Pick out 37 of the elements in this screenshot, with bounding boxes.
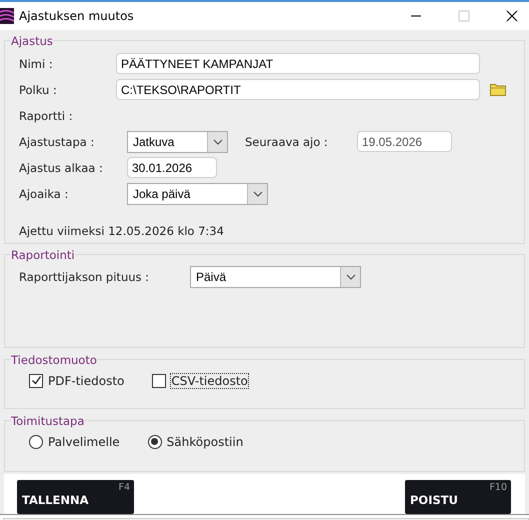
field-label: Seuraava ajo : — [245, 134, 329, 149]
field-label: Nimi : — [19, 56, 54, 71]
folder-icon[interactable] — [490, 83, 506, 96]
checkbox[interactable] — [152, 374, 166, 388]
checkbox-label[interactable]: CSV-tiedosto — [171, 374, 248, 388]
chevron-down-icon — [252, 190, 262, 197]
close-icon[interactable] — [506, 10, 518, 22]
period-dropdown[interactable]: Päivä — [190, 266, 361, 288]
field-label: Ajastustapa : — [19, 134, 96, 149]
checkbox[interactable] — [29, 374, 43, 388]
group-title: Tiedostomuoto — [11, 352, 97, 367]
run-time-dropdown[interactable]: Joka päivä — [127, 182, 268, 205]
checkbox-label[interactable]: PDF-tiedosto — [48, 374, 124, 388]
radio-button[interactable] — [29, 434, 43, 449]
save-button[interactable]: TALLENNA F4 — [17, 480, 134, 514]
field-label: Ajastus alkaa : — [19, 160, 104, 175]
group-title: Ajastus — [11, 34, 53, 48]
field-label: Polku : — [19, 82, 58, 97]
last-run-text: Ajettu viimeksi 12.05.2026 klo 7:34 — [19, 224, 224, 238]
group-title: Raportointi — [11, 248, 75, 262]
field-label: Raporttijakson pituus : — [19, 270, 150, 284]
exit-button[interactable]: POISTU F10 — [405, 480, 511, 514]
chevron-down-icon — [346, 274, 356, 280]
path-field[interactable]: C:\TEKSO\RAPORTIT — [116, 79, 480, 100]
schedule-type-dropdown[interactable]: Jatkuva — [127, 130, 228, 153]
field-label: Raportti : — [19, 108, 74, 123]
next-run-field[interactable]: 19.05.2026 — [357, 131, 452, 152]
start-date-field[interactable]: 30.01.2026 — [127, 157, 217, 178]
radio-button[interactable] — [148, 434, 162, 449]
radio-label[interactable]: Sähköpostiin — [166, 434, 244, 449]
field-label: Ajoaika : — [19, 186, 70, 201]
radio-label[interactable]: Palvelimelle — [48, 434, 120, 449]
group-title: Toimitustapa — [11, 414, 84, 428]
app-icon — [0, 8, 14, 24]
chevron-down-icon — [212, 138, 222, 145]
name-field[interactable]: PÄÄTTYNEET KAMPANJAT — [116, 53, 480, 74]
window-title: Ajastuksen muutos — [19, 8, 134, 23]
